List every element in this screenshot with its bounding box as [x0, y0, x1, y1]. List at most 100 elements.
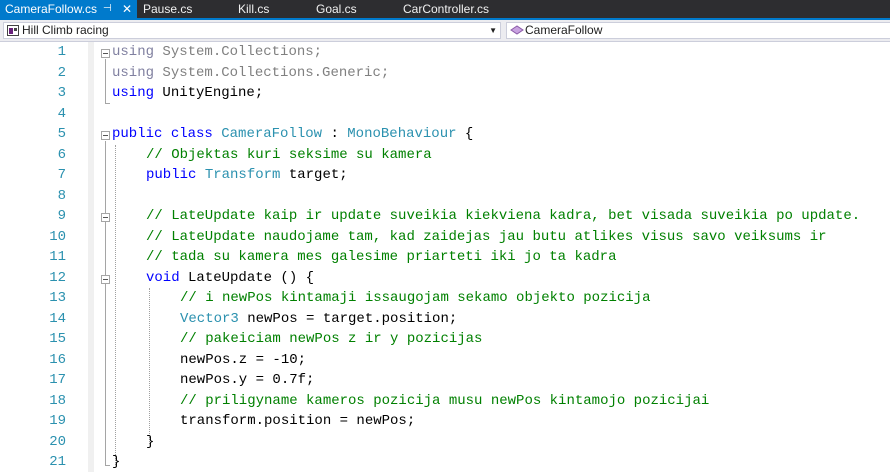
comment[interactable]: // i newPos kintamaji issaugojam sekamo …: [180, 288, 650, 309]
comment[interactable]: // tada su kamera mes galesime priarteti…: [146, 247, 616, 268]
line-number: 15: [49, 331, 66, 347]
identifier: System.Collections;: [154, 44, 323, 60]
code-line: 1 using System.Collections;: [0, 42, 890, 63]
tab-goal[interactable]: Goal.cs: [316, 0, 366, 18]
tab-label: Pause.cs: [143, 2, 193, 16]
statement[interactable]: newPos.y = 0.7f;: [180, 370, 314, 391]
line-number: 1: [57, 44, 66, 60]
line-text[interactable]: public class CameraFollow : MonoBehaviou…: [112, 124, 473, 145]
tab-carcontroller[interactable]: CarController.cs: [403, 0, 503, 18]
document-tab-bar: CameraFollow.cs ⊣ ✕ Pause.cs Kill.cs Goa…: [0, 0, 890, 20]
chevron-down-icon: ▼: [489, 26, 497, 35]
navigation-bar: Hill Climb racing ▼ CameraFollow: [0, 20, 890, 42]
comment[interactable]: // priligyname kameros pozicija musu new…: [180, 391, 709, 412]
project-dropdown[interactable]: Hill Climb racing ▼: [3, 22, 501, 39]
code-line: 10 // LateUpdate naudojame tam, kad zaid…: [0, 227, 890, 248]
line-number: 20: [49, 433, 66, 450]
line-number: 6: [57, 146, 66, 163]
punctuation: :: [322, 126, 348, 142]
code-line: 12 void LateUpdate () {: [0, 268, 890, 289]
code-line: 6 // Objektas kuri seksime su kamera: [0, 145, 890, 166]
keyword: public: [112, 126, 163, 142]
pin-icon[interactable]: ⊣: [103, 0, 112, 18]
punctuation: {: [456, 126, 474, 142]
code-editor[interactable]: 1 using System.Collections; 2 using Syst…: [0, 42, 890, 472]
code-line: 17 newPos.y = 0.7f;: [0, 370, 890, 391]
code-line: 8: [0, 186, 890, 207]
statement[interactable]: newPos.z = -10;: [180, 350, 306, 371]
project-name: Hill Climb racing: [22, 23, 109, 37]
comment[interactable]: // LateUpdate naudojame tam, kad zaideja…: [146, 227, 827, 248]
line-number: 7: [57, 167, 66, 183]
line-number: 14: [49, 310, 66, 327]
tab-label: CameraFollow.cs: [5, 2, 98, 16]
code-line: 14 Vector3 newPos = target.position;: [0, 309, 890, 330]
tab-pause[interactable]: Pause.cs: [143, 0, 203, 18]
closing-brace[interactable]: }: [112, 452, 120, 473]
code-line: 4: [0, 104, 890, 125]
keyword: void: [146, 269, 180, 286]
line-text[interactable]: public Transform target;: [146, 165, 348, 186]
csharp-project-icon: [7, 25, 19, 36]
code-line: 20 }: [0, 432, 890, 453]
code-line: 3 using UnityEngine;: [0, 83, 890, 104]
identifier: target;: [280, 167, 348, 183]
line-number: 2: [57, 64, 66, 81]
line-number: 5: [57, 126, 66, 142]
type-name: Transform: [204, 167, 281, 183]
keyword: using: [112, 64, 155, 81]
line-text[interactable]: using UnityEngine;: [112, 83, 263, 104]
class-name: CameraFollow: [525, 23, 603, 37]
method-signature: LateUpdate () {: [179, 269, 315, 286]
type-name: CameraFollow: [221, 126, 323, 142]
code-line: 16 newPos.z = -10;: [0, 350, 890, 371]
line-number: 10: [49, 228, 66, 245]
statement[interactable]: transform.position = newPos;: [180, 411, 415, 432]
code-line: 19 transform.position = newPos;: [0, 411, 890, 432]
line-number: 3: [57, 85, 66, 101]
line-number: 12: [49, 269, 66, 286]
keyword: public: [146, 167, 197, 183]
line-number: 11: [49, 249, 66, 265]
line-text[interactable]: using System.Collections.Generic;: [112, 63, 389, 84]
keyword: using: [112, 44, 155, 60]
close-icon[interactable]: ✕: [122, 0, 132, 18]
line-text[interactable]: using System.Collections;: [112, 42, 322, 63]
line-number: 4: [57, 105, 66, 122]
keyword: using: [112, 85, 155, 101]
tab-camerafollow[interactable]: CameraFollow.cs ⊣ ✕: [0, 0, 137, 18]
line-number: 21: [49, 454, 66, 470]
code-line: 11 // tada su kamera mes galesime priart…: [0, 247, 890, 268]
code-line: 7 public Transform target;: [0, 165, 890, 186]
code-line: 21 }: [0, 452, 890, 473]
code-line: 13 // i newPos kintamaji issaugojam seka…: [0, 288, 890, 309]
class-icon: [510, 25, 524, 35]
closing-brace[interactable]: }: [146, 432, 154, 453]
statement: newPos = target.position;: [238, 310, 458, 327]
line-number: 17: [49, 372, 66, 388]
identifier: System.Collections.Generic;: [154, 64, 390, 81]
line-number: 18: [49, 392, 66, 409]
identifier: UnityEngine;: [154, 85, 264, 101]
code-line: 2 using System.Collections.Generic;: [0, 63, 890, 84]
type-name: Vector3: [180, 310, 239, 327]
keyword: class: [162, 126, 222, 142]
line-text[interactable]: void LateUpdate () {: [146, 268, 314, 289]
line-number: 16: [49, 351, 66, 368]
line-number: 19: [49, 413, 66, 429]
code-line: 15 // pakeiciam newPos z ir y pozicijas: [0, 329, 890, 350]
comment[interactable]: // Objektas kuri seksime su kamera: [146, 145, 432, 166]
type-name: MonoBehaviour: [347, 126, 457, 142]
tab-label: Kill.cs: [238, 2, 270, 16]
line-text[interactable]: Vector3 newPos = target.position;: [180, 309, 457, 330]
code-line: 9 // LateUpdate kaip ir update suveikia …: [0, 206, 890, 227]
line-number: 9: [57, 208, 66, 224]
class-dropdown[interactable]: CameraFollow: [506, 22, 890, 39]
comment[interactable]: // LateUpdate kaip ir update suveikia ki…: [146, 206, 860, 227]
code-line: 18 // priligyname kameros pozicija musu …: [0, 391, 890, 412]
comment[interactable]: // pakeiciam newPos z ir y pozicijas: [180, 329, 482, 350]
line-number: 13: [49, 290, 66, 306]
tab-kill[interactable]: Kill.cs: [238, 0, 288, 18]
code-line: 5 public class CameraFollow : MonoBehavi…: [0, 124, 890, 145]
